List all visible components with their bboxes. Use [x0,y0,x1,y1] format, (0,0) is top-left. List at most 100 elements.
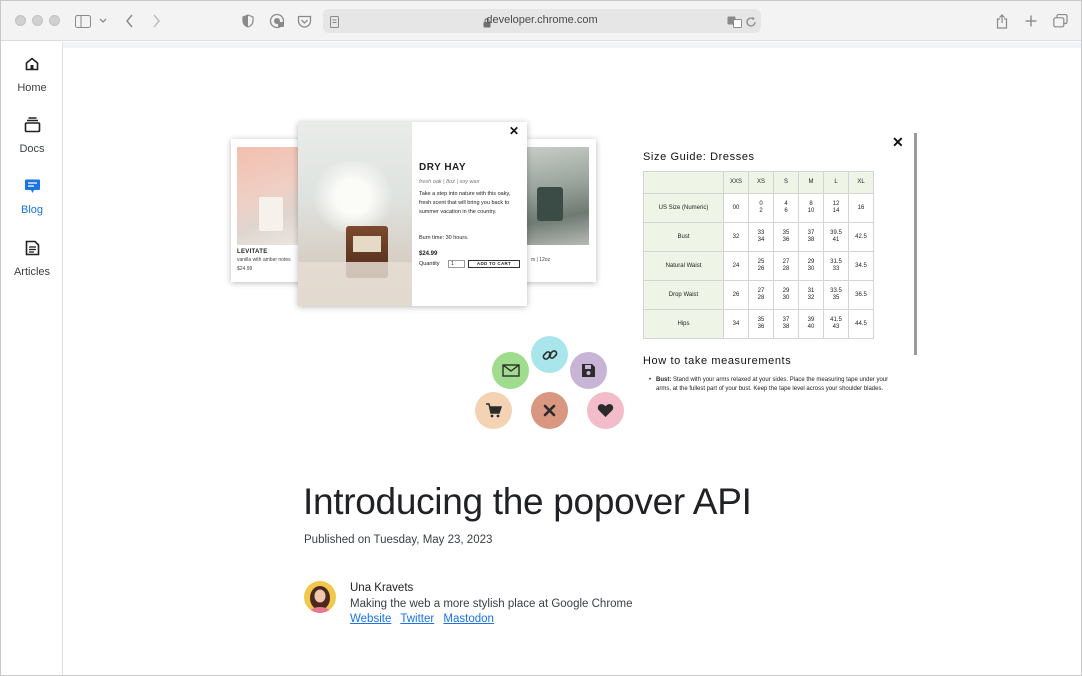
table-header-cell: S [773,171,799,194]
table-cell: 31 32 [798,280,824,310]
content-top-band [63,42,1081,48]
table-header-cell: XXS [723,171,749,194]
back-icon[interactable] [125,11,134,31]
table-row: Natural Waist 24 25 26 27 28 29 30 31.5 … [643,251,874,281]
docs-icon [1,117,63,137]
save-icon[interactable] [570,352,607,389]
table-cell: 34 [723,309,749,339]
candle-photo [237,147,307,245]
home-icon [1,56,63,76]
product-card-right: m | 12oz [521,139,596,282]
close-icon[interactable]: ✕ [509,124,519,138]
forward-icon[interactable] [152,11,161,31]
table-cell: 37 38 [798,222,824,252]
table-header-cell: XL [848,171,874,194]
cart-icon[interactable] [475,392,512,429]
zoom-window-button[interactable] [49,15,60,26]
close-icon[interactable] [531,392,568,429]
table-cell: 33 34 [748,222,774,252]
author-twitter-link[interactable]: Twitter [400,613,434,625]
add-to-cart-button[interactable]: ADD TO CART [468,260,520,268]
table-header-cell: M [798,171,824,194]
measurements-title: How to take measurements [643,355,792,367]
burn-time: Burn time: 30 hours. [419,235,469,241]
link-icon[interactable] [531,336,568,373]
sidebar-item-label: Home [17,82,47,94]
close-icon[interactable]: ✕ [892,134,904,151]
sidebar-icon[interactable] [75,11,91,31]
articles-icon [1,240,63,260]
new-tab-icon[interactable] [1025,11,1037,31]
table-cell: 34.5 [848,251,874,281]
author-mastodon-link[interactable]: Mastodon [443,613,494,625]
candle-photo [525,147,589,245]
table-cell: 27 28 [748,280,774,310]
mail-icon[interactable] [492,352,529,389]
blog-icon [1,178,63,198]
shield-icon[interactable] [242,11,254,31]
table-cell: 24 [723,251,749,281]
sidebar-item-articles[interactable]: Articles [1,240,63,278]
table-cell: 35 36 [748,309,774,339]
close-window-button[interactable] [15,15,26,26]
table-cell: 27 28 [773,251,799,281]
sidebar-item-docs[interactable]: Docs [1,117,63,155]
reload-icon[interactable] [745,12,757,32]
article-title: Introducing the popover API [303,481,752,522]
quantity-input[interactable]: 1 [448,260,465,268]
product-name: LEVITATE [237,249,268,255]
product-subtitle: fresh oak | 8oz | soy wax [419,179,480,185]
sidebar-item-label: Articles [13,266,51,278]
table-cell: 12 14 [823,193,849,223]
table-cell: 32 [723,222,749,252]
sidebar-item-label: Blog [20,204,44,216]
sidebar-item-home[interactable]: Home [1,56,63,94]
avatar [304,581,336,613]
address-bar[interactable]: developer.chrome.com [323,9,761,33]
product-price: $24.99 [237,266,253,272]
bullet-icon: • [649,377,652,383]
pocket-icon[interactable] [297,11,312,31]
table-cell: 4 6 [773,193,799,223]
password-icon[interactable] [269,11,285,31]
published-date: Published on Tuesday, May 23, 2023 [304,534,493,546]
chevron-down-icon[interactable] [99,11,107,31]
size-guide-scrollbar[interactable] [914,133,917,355]
table-cell: 33.5 35 [823,280,849,310]
table-cell: 29 30 [798,251,824,281]
candle-photo [298,122,412,306]
heart-icon[interactable] [587,392,624,429]
product-name: DRY HAY [419,162,467,173]
table-row: US Size (Numeric) 00 0 2 4 6 8 10 12 14 … [643,193,874,223]
table-cell: 25 26 [748,251,774,281]
author-bio: Making the web a more stylish place at G… [350,598,633,610]
table-row: Hips 34 35 36 37 38 39 40 41.5 43 44.5 [643,309,874,339]
table-header-cell [643,171,724,194]
sidebar-item-blog[interactable]: Blog [1,178,63,216]
table-cell: 42.5 [848,222,874,252]
table-cell: 0 2 [748,193,774,223]
row-label: US Size (Numeric) [643,193,724,223]
measurements-text: • Bust: Stand with your arms relaxed at … [649,376,896,393]
url-text: developer.chrome.com [486,14,598,26]
table-row: Bust 32 33 34 35 36 37 38 39.5 41 42.5 [643,222,874,252]
browser-window: developer.chrome.com Home Docs Blog Arti… [0,0,1082,676]
table-cell: 31.5 33 [823,251,849,281]
minimize-window-button[interactable] [32,15,43,26]
author-name: Una Kravets [350,582,414,594]
site-sidebar: Home Docs Blog Articles [1,42,63,675]
table-cell: 37 38 [773,309,799,339]
product-description: m | 12oz [531,257,551,263]
row-label: Drop Waist [643,280,724,310]
size-guide-table: XXS XS S M L XL US Size (Numeric) 00 0 2… [643,171,874,339]
quantity-label: Quantity [419,261,440,267]
table-row: Drop Waist 26 27 28 29 30 31 32 33.5 35 … [643,280,874,310]
table-cell: 26 [723,280,749,310]
table-cell: 41.5 43 [823,309,849,339]
sidebar-item-label: Docs [19,143,45,155]
tabs-overview-icon[interactable] [1053,11,1068,31]
translate-icon[interactable] [727,12,742,32]
author-website-link[interactable]: Website [350,613,391,625]
share-icon[interactable] [996,11,1008,31]
table-cell: 29 30 [773,280,799,310]
